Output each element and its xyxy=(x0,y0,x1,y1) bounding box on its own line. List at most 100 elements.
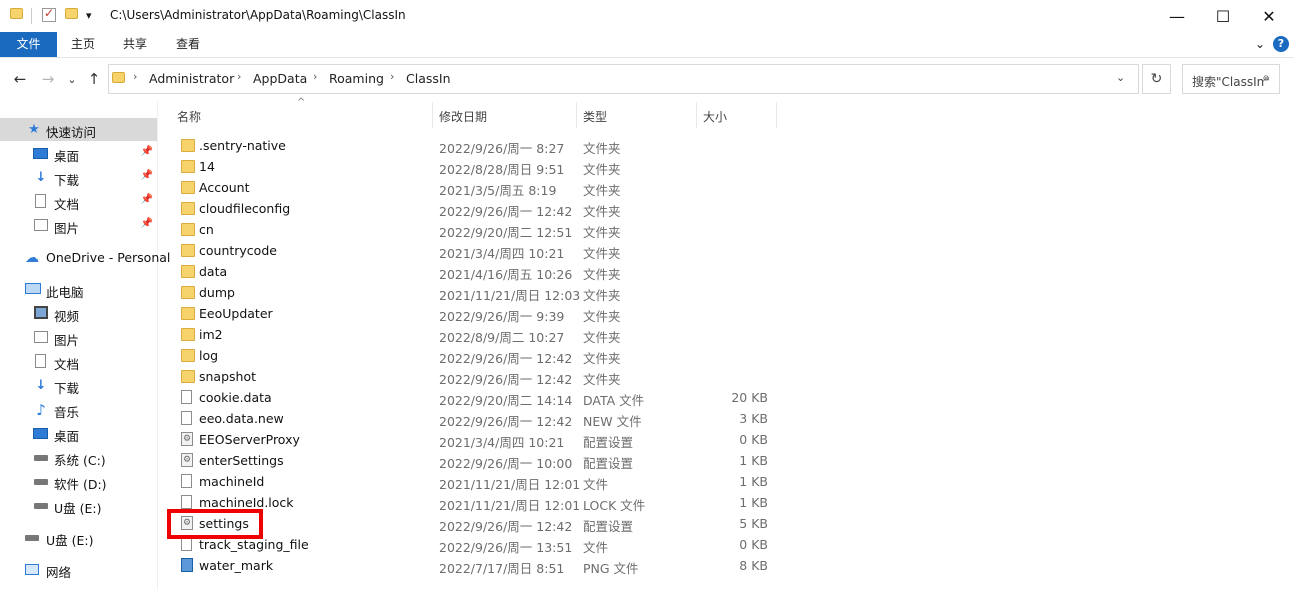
nav-item-label: 桌面 xyxy=(54,149,80,164)
breadcrumb-classin[interactable]: ClassIn xyxy=(406,71,451,86)
close-button[interactable]: ✕ xyxy=(1246,0,1292,32)
file-row[interactable]: snapshot 2022/9/26/周一 12:42 文件夹 xyxy=(170,366,780,387)
file-row[interactable]: log 2022/9/26/周一 12:42 文件夹 xyxy=(170,345,780,366)
file-modified-date: 2021/11/21/周日 12:01 xyxy=(439,477,581,492)
nav-quick-pictures[interactable]: 图片 📌 xyxy=(0,214,157,237)
column-divider[interactable] xyxy=(696,102,697,128)
help-icon: ? xyxy=(1273,36,1289,52)
nav-pc-videos[interactable]: 视频 xyxy=(0,302,157,325)
qa-divider xyxy=(31,8,32,24)
file-row[interactable]: machineId 2021/11/21/周日 12:01 文件 1 KB xyxy=(170,471,780,492)
file-name: cookie.data xyxy=(199,390,272,405)
nav-drive-c[interactable]: 系统 (C:) xyxy=(0,446,157,469)
picture-icon xyxy=(34,331,48,343)
up-button[interactable]: ↑ xyxy=(83,68,105,90)
breadcrumb-administrator[interactable]: Administrator xyxy=(149,71,234,86)
help-button[interactable]: ? xyxy=(1273,36,1289,52)
column-header-size[interactable]: 大小 xyxy=(703,108,727,125)
file-row[interactable]: cookie.data 2022/9/20/周二 14:14 DATA 文件 20 K… xyxy=(170,387,780,408)
properties-icon[interactable] xyxy=(42,6,58,24)
back-button[interactable]: ← xyxy=(9,68,31,90)
file-row[interactable]: countrycode 2021/3/4/周四 10:21 文件夹 xyxy=(170,240,780,261)
file-type: 文件 xyxy=(583,477,609,492)
pin-icon[interactable]: 📌 xyxy=(141,194,153,205)
nav-quick-access-label: 快速访问 xyxy=(46,125,97,140)
minimize-button[interactable]: — xyxy=(1154,0,1200,32)
column-header-name[interactable]: 名称 xyxy=(177,108,201,125)
file-row[interactable]: dump 2021/11/21/周日 12:03 文件夹 xyxy=(170,282,780,303)
file-row[interactable]: ⚙ EEOServerProxy 2021/3/4/周四 10:21 配置设置 0 KB xyxy=(170,429,780,450)
nav-this-pc[interactable]: 此电脑 xyxy=(0,278,157,301)
tab-share[interactable]: 共享 xyxy=(112,32,158,57)
recent-locations-icon[interactable]: ⌄ xyxy=(61,68,83,90)
pin-icon[interactable]: 📌 xyxy=(141,170,153,181)
nav-pc-pictures[interactable]: 图片 xyxy=(0,326,157,349)
maximize-button[interactable]: ☐ xyxy=(1200,0,1246,32)
file-size: 0 KB xyxy=(739,537,768,552)
quick-access-dropdown-icon[interactable]: ▾ xyxy=(86,9,92,22)
crumb-separator-icon[interactable]: › xyxy=(390,70,394,83)
nav-pc-downloads[interactable]: ↓ 下载 xyxy=(0,374,157,397)
file-row[interactable]: eeo.data.new 2022/9/26/周一 12:42 NEW 文件 3 KB xyxy=(170,408,780,429)
crumb-separator-icon[interactable]: › xyxy=(133,70,137,83)
nav-drive-d[interactable]: 软件 (D:) xyxy=(0,470,157,493)
nav-pc-music[interactable]: ♪ 音乐 xyxy=(0,398,157,421)
folder-icon xyxy=(181,328,195,341)
window-title-path: C:\Users\Administrator\AppData\Roaming\C… xyxy=(110,8,406,22)
file-type: 文件夹 xyxy=(583,183,621,198)
pin-icon[interactable]: 📌 xyxy=(141,218,153,229)
file-type: 配置设置 xyxy=(583,456,634,471)
tab-file[interactable]: 文件 xyxy=(0,32,57,57)
column-header-date[interactable]: 修改日期 xyxy=(439,108,487,125)
nav-quick-access[interactable]: ★ 快速访问 xyxy=(0,118,157,141)
crumb-separator-icon[interactable]: › xyxy=(237,70,241,83)
file-row[interactable]: data 2021/4/16/周五 10:26 文件夹 xyxy=(170,261,780,282)
desktop-icon xyxy=(33,428,48,439)
file-row[interactable]: cn 2022/9/20/周二 12:51 文件夹 xyxy=(170,219,780,240)
file-type: NEW 文件 xyxy=(583,414,642,429)
tab-home[interactable]: 主页 xyxy=(60,32,106,57)
file-row[interactable]: ⚙ enterSettings 2022/9/26/周一 10:00 配置设置 1 KB xyxy=(170,450,780,471)
new-folder-icon[interactable] xyxy=(65,8,81,24)
nav-pc-documents[interactable]: 文档 xyxy=(0,350,157,373)
file-row[interactable]: EeoUpdater 2022/9/26/周一 9:39 文件夹 xyxy=(170,303,780,324)
file-row[interactable]: water_mark 2022/7/17/周日 8:51 PNG 文件 8 KB xyxy=(170,555,780,576)
file-size: 3 KB xyxy=(739,411,768,426)
nav-onedrive[interactable]: ☁ OneDrive - Personal xyxy=(0,246,170,269)
nav-quick-desktop[interactable]: 桌面 📌 xyxy=(0,142,157,165)
crumb-separator-icon[interactable]: › xyxy=(313,70,317,83)
nav-network[interactable]: 网络 xyxy=(0,558,157,581)
nav-quick-documents[interactable]: 文档 📌 xyxy=(0,190,157,213)
nav-item-label: 系统 (C:) xyxy=(54,453,106,468)
file-row[interactable]: 14 2022/8/28/周日 9:51 文件夹 xyxy=(170,156,780,177)
file-modified-date: 2022/9/26/周一 12:42 xyxy=(439,414,573,429)
file-row[interactable]: .sentry-native 2022/9/26/周一 8:27 文件夹 xyxy=(170,135,780,156)
forward-button[interactable]: → xyxy=(37,68,59,90)
file-row[interactable]: Account 2021/3/5/周五 8:19 文件夹 xyxy=(170,177,780,198)
nav-usb-drive[interactable]: U盘 (E:) xyxy=(0,526,157,549)
column-divider[interactable] xyxy=(576,102,577,128)
folder-icon xyxy=(181,349,195,362)
folder-icon xyxy=(181,307,195,320)
address-dropdown-icon[interactable]: ⌄ xyxy=(1116,71,1125,84)
file-row[interactable]: im2 2022/8/9/周二 10:27 文件夹 xyxy=(170,324,780,345)
breadcrumb-roaming[interactable]: Roaming xyxy=(329,71,384,86)
nav-quick-downloads[interactable]: ↓ 下载 📌 xyxy=(0,166,157,189)
file-modified-date: 2022/9/26/周一 8:27 xyxy=(439,141,565,156)
column-header-type[interactable]: 类型 xyxy=(583,108,607,125)
column-divider[interactable] xyxy=(776,102,777,128)
network-icon xyxy=(25,564,39,575)
file-modified-date: 2022/9/26/周一 10:00 xyxy=(439,456,573,471)
nav-pc-desktop[interactable]: 桌面 xyxy=(0,422,157,445)
column-divider[interactable] xyxy=(432,102,433,128)
refresh-button[interactable]: ↻ xyxy=(1142,64,1171,94)
file-modified-date: 2022/7/17/周日 8:51 xyxy=(439,561,565,576)
file-size: 1 KB xyxy=(739,474,768,489)
file-row[interactable]: cloudfileconfig 2022/9/26/周一 12:42 文件夹 xyxy=(170,198,780,219)
file-size: 8 KB xyxy=(739,558,768,573)
tab-view[interactable]: 查看 xyxy=(165,32,211,57)
ribbon-expand-icon[interactable]: ⌄ xyxy=(1252,36,1268,52)
nav-drive-e[interactable]: U盘 (E:) xyxy=(0,494,157,517)
breadcrumb-appdata[interactable]: AppData xyxy=(253,71,307,86)
pin-icon[interactable]: 📌 xyxy=(141,146,153,157)
